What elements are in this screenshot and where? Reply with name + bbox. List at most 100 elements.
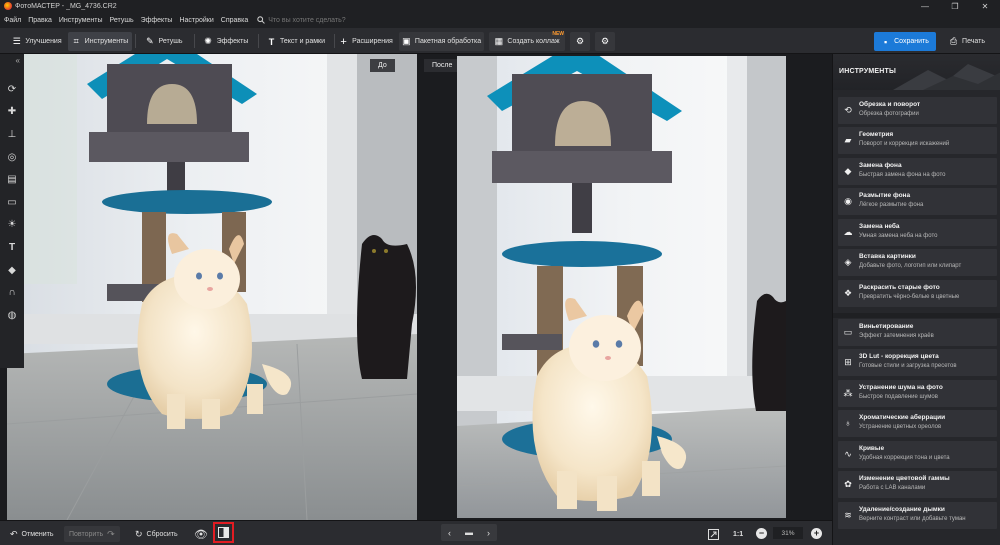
zoom-value[interactable]: 31% [773,527,803,539]
left-tool-text[interactable]: T [0,236,24,259]
color-wheel-icon: ✿ [844,478,852,489]
close-button[interactable]: ✕ [970,0,1000,12]
tool-geometry[interactable]: ▰ Геометрия Поворот и коррекция искажени… [838,127,997,154]
tool-3d-lut[interactable]: ⊞ 3D Lut - коррекция цвета Готовые стили… [838,349,997,376]
list-preset-icon: ⚙ [600,36,610,46]
tool-insert-image[interactable]: ◈ Вставка картинки Добавьте фото, логоти… [838,249,997,276]
create-collage-button[interactable]: ▦ Создать коллаж NEW [489,31,565,51]
collage-icon: ▦ [494,36,504,46]
double-chevron-left-icon[interactable]: « [16,56,20,65]
left-tool-globe[interactable]: ◍ [0,304,24,327]
print-button[interactable]: ⎙ Печать [942,32,992,51]
tab-text-frames[interactable]: T Текст и рамки [263,32,329,51]
menu-edit[interactable]: Правка [28,17,52,24]
reset-button[interactable]: ↻ Сбросить [135,526,178,542]
photo-canvas[interactable]: До После [0,54,832,520]
left-tool-stamp[interactable]: ⊥ [0,123,24,146]
left-tool-patch[interactable]: ✚ [0,101,24,124]
search-input[interactable] [268,16,389,24]
redo-button[interactable]: Повторить ↷ [64,526,120,542]
tool-curves[interactable]: ∿ Кривые Удобная коррекция тона и цвета [838,441,997,468]
redo-label: Повторить [69,530,104,538]
haze-icon: ≋ [844,509,852,520]
tab-retouch[interactable]: ✎ Ретушь [140,32,188,51]
compare-settings-button[interactable]: ⚙ [570,32,590,51]
list-gear-icon: ⚙ [575,36,585,46]
aberration-icon: ♁ [844,418,852,428]
left-panel-collapse[interactable]: « [0,54,24,78]
magnet-icon: ∩ [8,287,16,299]
redo-icon: ↷ [107,528,115,539]
tool-vignette[interactable]: ▭ Виньетирование Эффект затемнения краёв [838,319,997,346]
left-tool-correction[interactable]: ◎ [0,146,24,169]
tool-sky-replace[interactable]: ☁ Замена неба Умная замена неба на фото [838,219,997,246]
menu-file[interactable]: Файл [4,17,21,24]
sliders-icon: ☰ [12,36,21,46]
tool-colorize[interactable]: ❖ Раскрасить старые фото Превратить чёрн… [838,280,997,307]
tab-effects-label: Эффекты [216,38,249,45]
app-logo-icon [4,2,12,10]
panel-divider [833,313,1000,318]
tool-background-blur[interactable]: ◉ Размытие фона Лёгкое размытие фона [838,188,997,215]
left-tool-light[interactable]: ☀ [0,214,24,237]
undo-button[interactable]: ↶ Отменить [10,526,54,542]
cloud-icon: ☁ [843,226,853,237]
sun-icon: ☀ [7,219,17,231]
menu-help[interactable]: Справка [221,17,248,24]
prev-photo-icon[interactable]: ‹ [448,528,451,538]
batch-processing-button[interactable]: ▣ Пакетная обработка [399,32,484,51]
tool-chromatic-aberration[interactable]: ♁ Хроматические аберрации Устранение цве… [838,410,997,437]
tab-tools-label: Инструменты [84,38,129,45]
tab-enhancements[interactable]: ☰ Улучшения [8,32,66,51]
left-tool-fill[interactable]: ◆ [0,259,24,282]
actual-size-button[interactable]: 1:1 [733,526,743,542]
minimize-button[interactable]: — [910,0,940,12]
zoom-in-button[interactable]: + [811,528,822,539]
menu-settings[interactable]: Настройки [179,17,213,24]
tab-effects[interactable]: ✺ Эффекты [200,32,252,51]
restore-button[interactable]: ❐ [940,0,970,12]
menu-tools[interactable]: Инструменты [59,17,103,24]
next-photo-icon[interactable]: › [487,528,490,538]
tool-denoise[interactable]: ⁂ Устранение шума на фото Быстрое подавл… [838,380,997,407]
brush-icon: ✎ [146,36,154,46]
blur-icon: ◉ [844,195,852,206]
presets-button[interactable]: ⚙ [595,32,615,51]
printer-icon: ⎙ [949,36,958,46]
gallery-icon[interactable]: ▬ [465,528,473,537]
left-tool-rotate[interactable]: ⟳ [0,78,24,101]
colorize-icon: ❖ [843,287,853,298]
vignette-tool-icon: ▭ [7,196,17,208]
zoom-out-button[interactable]: − [756,528,767,539]
tool-title: Замена неба [859,223,900,230]
tool-title: Вставка картинки [859,253,916,260]
plus-icon: + [340,35,347,48]
menu-effects[interactable]: Эффекты [141,17,173,24]
tab-text-frames-label: Текст и рамки [280,38,325,45]
preview-toggle[interactable]: 👁 [194,526,208,542]
tab-extensions[interactable]: + Расширения [339,32,393,51]
tool-color-gamut[interactable]: ✿ Изменение цветовой гаммы Работа с LAB … [838,471,997,498]
tool-subtitle: Обрезка фотографии [859,111,919,117]
tool-background-replace[interactable]: ◆ Замена фона Быстрая замена фона на фот… [838,158,997,185]
tab-tools[interactable]: ⌗ Инструменты [68,32,132,51]
left-tool-magnet[interactable]: ∩ [0,281,24,304]
batch-processing-label: Пакетная обработка [414,38,482,45]
menu-retouch[interactable]: Ретушь [110,17,134,24]
tool-title: Изменение цветовой гаммы [859,475,950,482]
left-toolbar: ⟳ ✚ ⊥ ◎ ▤ ▭ ☀ T ◆ ∩ ◍ [0,78,24,368]
before-photo-image [7,54,417,520]
before-after-compare-button[interactable] [213,522,234,543]
tool-crop-rotate[interactable]: ⟲ Обрезка и поворот Обрезка фотографии [838,97,997,124]
reset-label: Сбросить [146,530,178,538]
toolbar-separator [258,34,259,48]
tab-extensions-label: Расширения [352,38,393,45]
tool-dehaze[interactable]: ≋ Удаление/создание дымки Верните контра… [838,502,997,529]
left-tool-vignette[interactable]: ▭ [0,191,24,214]
tool-title: Геометрия [859,131,894,138]
fit-screen-button[interactable] [708,526,719,542]
save-button[interactable]: ▪ Сохранить [874,32,936,51]
tool-title: Хроматические аберрации [859,414,946,421]
target-icon: ◎ [7,151,17,163]
left-tool-filter[interactable]: ▤ [0,168,24,191]
